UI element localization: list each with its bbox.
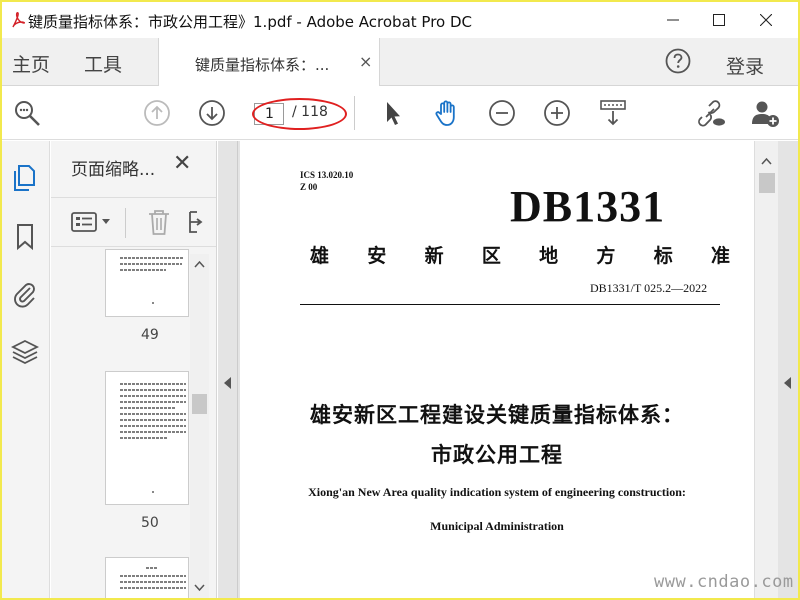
doc-standard-type: 雄 安 新 区 地 方 标 准 xyxy=(310,241,730,268)
maximize-button[interactable] xyxy=(696,2,742,38)
scroll-down-icon[interactable] xyxy=(194,584,205,592)
doc-standard-char: 安 xyxy=(367,245,387,267)
doc-standard-number: DB1331/T 025.2—2022 xyxy=(590,281,708,295)
doc-ics-code: ICS 13.020.10 Z 00 xyxy=(300,169,353,193)
thumbnails-close-button[interactable]: ✕ xyxy=(173,151,191,176)
document-tab[interactable]: 键质量指标体系：... × xyxy=(158,38,380,87)
thumbnail-page[interactable] xyxy=(105,371,189,505)
chevron-down-icon[interactable] xyxy=(101,218,111,226)
thumbnail-page[interactable] xyxy=(105,557,189,598)
window-title: 键质量指标体系：市政公用工程》1.pdf - Adobe Acrobat Pro… xyxy=(28,13,473,31)
doc-english-title-line2: Municipal Administration xyxy=(430,519,564,533)
thumbnails-toolbar xyxy=(51,197,216,247)
red-annotation-oval xyxy=(252,98,347,130)
scroll-mode-icon[interactable] xyxy=(598,98,628,128)
bookmark-icon[interactable] xyxy=(10,221,40,251)
document-scrollbar-thumb[interactable] xyxy=(759,173,775,193)
page-up-icon[interactable] xyxy=(142,98,172,128)
scroll-up-icon[interactable] xyxy=(761,157,772,165)
title-bar: 键质量指标体系：市政公用工程》1.pdf - Adobe Acrobat Pro… xyxy=(2,2,798,38)
hand-tool-icon[interactable] xyxy=(432,98,462,128)
help-icon[interactable] xyxy=(664,47,692,75)
doc-title-line2: 市政公用工程 xyxy=(431,443,563,467)
login-button[interactable]: 登录 xyxy=(726,52,764,79)
doc-standard-code: DB1331 xyxy=(510,182,666,231)
doc-standard-char: 地 xyxy=(539,245,559,267)
layers-icon[interactable] xyxy=(10,337,40,367)
insert-page-icon[interactable] xyxy=(189,210,203,234)
close-window-button[interactable] xyxy=(743,2,789,38)
thumbnail-page-number: 49 xyxy=(141,327,159,343)
thumbnails-scrollbar[interactable] xyxy=(190,254,209,598)
doc-standard-char: 准 xyxy=(710,245,730,267)
collapse-left-icon xyxy=(224,377,231,389)
collapse-left-handle[interactable] xyxy=(218,141,238,598)
thumbnail-page-content xyxy=(120,567,186,589)
add-user-icon[interactable] xyxy=(750,98,780,128)
thumbnail-page-number: 50 xyxy=(141,515,159,531)
toolbar-divider xyxy=(354,96,355,130)
doc-standard-char: 新 xyxy=(424,245,444,267)
document-tab-close-button[interactable]: × xyxy=(359,52,372,71)
doc-z-line: Z 00 xyxy=(300,182,318,192)
site-watermark: www.cndao.com xyxy=(654,572,794,592)
pdf-page: ICS 13.020.10 Z 00 DB1331 雄 安 新 区 地 方 标 … xyxy=(240,141,754,598)
tab-bar: 主页 工具 键质量指标体系：... × 登录 xyxy=(2,38,798,87)
toolbar: 1 / 118 xyxy=(2,86,798,140)
doc-english-title-line1: Xiong'an New Area quality indication sys… xyxy=(308,485,686,499)
maximize-icon xyxy=(713,14,725,26)
thumbnails-scrollbar-thumb[interactable] xyxy=(192,394,207,414)
doc-divider-line xyxy=(300,304,720,305)
doc-standard-char: 雄 xyxy=(310,245,330,267)
document-tab-label: 键质量指标体系：... xyxy=(195,56,330,74)
document-viewer: ICS 13.020.10 Z 00 DB1331 雄 安 新 区 地 方 标 … xyxy=(218,141,798,598)
thumbnail-options-icon[interactable] xyxy=(71,210,97,234)
zoom-out-icon[interactable] xyxy=(487,98,517,128)
tools-tab[interactable]: 工具 xyxy=(84,50,122,77)
home-tab[interactable]: 主页 xyxy=(12,50,50,77)
select-cursor-icon[interactable] xyxy=(378,98,408,128)
attachment-icon[interactable] xyxy=(10,279,40,309)
link-share-icon[interactable] xyxy=(696,98,726,128)
thumbnail-page-content xyxy=(120,257,184,304)
doc-standard-char: 方 xyxy=(596,245,616,267)
minimize-icon xyxy=(667,19,679,21)
doc-ics-line: ICS 13.020.10 xyxy=(300,170,354,180)
zoom-in-icon[interactable] xyxy=(542,98,572,128)
minimize-button[interactable] xyxy=(650,2,696,38)
close-icon xyxy=(760,14,772,26)
page-thumbnails-icon[interactable] xyxy=(10,163,40,193)
left-navigation-rail xyxy=(2,141,50,598)
delete-icon[interactable] xyxy=(147,208,171,236)
doc-title-line1: 雄安新区工程建设关键质量指标体系： xyxy=(310,403,684,427)
doc-standard-char: 区 xyxy=(481,245,501,267)
thumbs-toolbar-divider xyxy=(125,208,126,238)
thumbnail-page-content xyxy=(120,383,186,493)
acrobat-window: 键质量指标体系：市政公用工程》1.pdf - Adobe Acrobat Pro… xyxy=(2,2,798,598)
thumbnail-page[interactable] xyxy=(105,249,189,317)
page-down-icon[interactable] xyxy=(197,98,227,128)
document-scrollbar[interactable] xyxy=(754,141,778,598)
page-thumbnails-panel: 页面缩略... ✕ 49 50 xyxy=(51,141,217,598)
expand-right-icon[interactable] xyxy=(784,377,792,389)
thumbnails-panel-title: 页面缩略... xyxy=(71,160,156,180)
acrobat-logo-icon xyxy=(12,12,26,28)
doc-standard-char: 标 xyxy=(653,245,673,267)
search-zoom-icon[interactable] xyxy=(12,98,42,128)
scroll-up-icon[interactable] xyxy=(194,260,205,268)
